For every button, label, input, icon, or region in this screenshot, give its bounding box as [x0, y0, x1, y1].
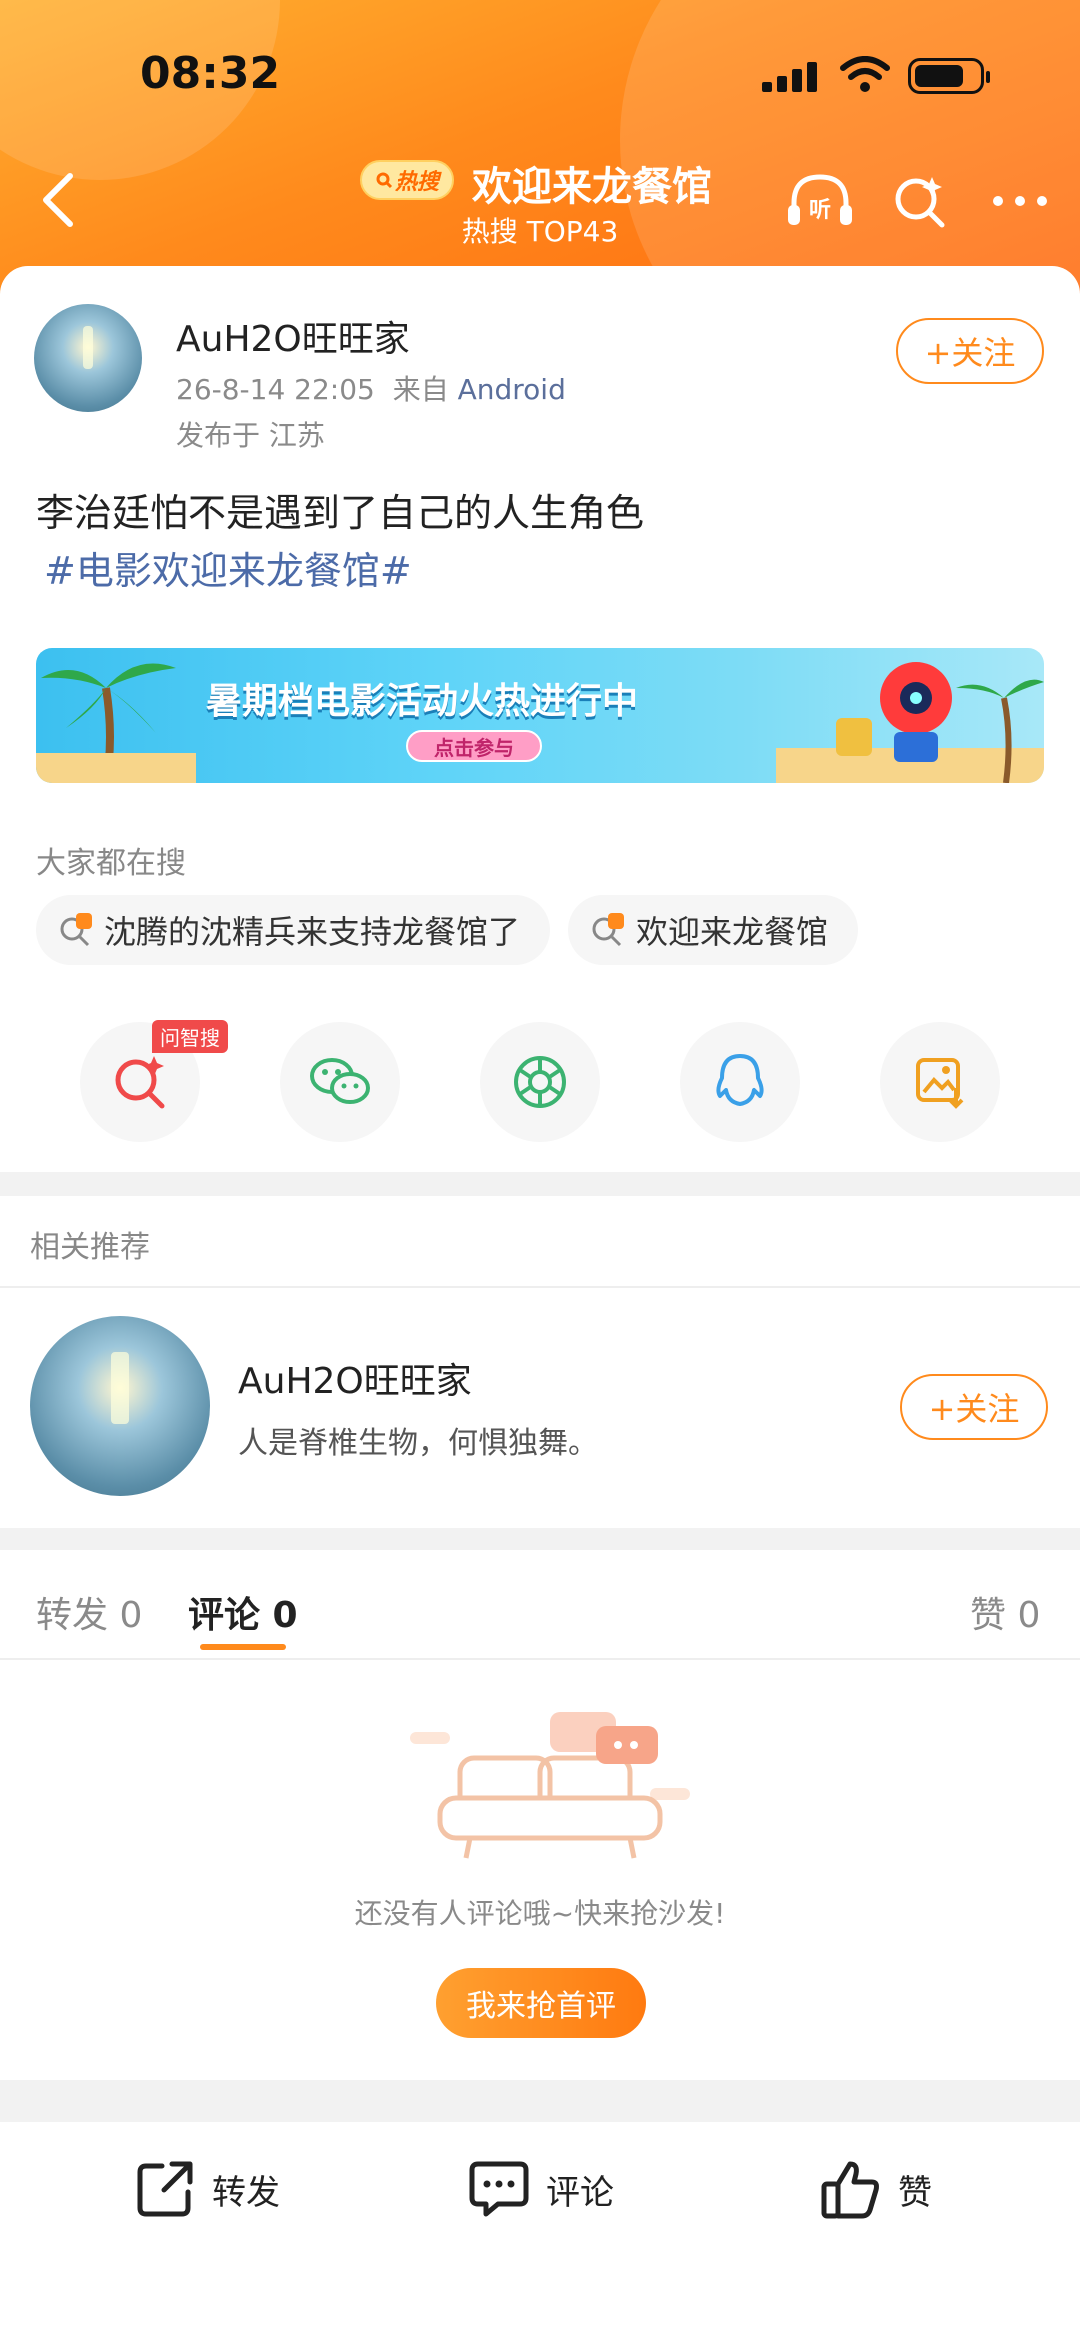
- related-follow-button[interactable]: +关注: [900, 1374, 1048, 1440]
- wifi-icon: [840, 56, 890, 92]
- follow-button[interactable]: +关注: [896, 318, 1044, 384]
- hot-search-badge: 热搜: [360, 160, 454, 200]
- related-divider: [0, 1286, 1080, 1288]
- qq-icon: [716, 1054, 764, 1106]
- search-chip-label: 沈腾的沈精兵来支持龙餐馆了: [104, 913, 521, 951]
- nav-bar: 热搜 欢迎来龙餐馆 热搜 TOP43 听: [0, 150, 1080, 250]
- related-name[interactable]: AuH2O旺旺家: [238, 1352, 472, 1404]
- comment-label: 评论: [546, 2172, 614, 2213]
- related-bio: 人是脊椎生物，何惧独舞。: [238, 1426, 598, 1461]
- thumbs-up-icon: [821, 2161, 879, 2219]
- empty-sofa-illustration: [410, 1712, 690, 1859]
- search-button[interactable]: [880, 166, 960, 236]
- save-image-button[interactable]: [880, 1022, 1000, 1142]
- repost-label: 转发: [212, 2172, 280, 2213]
- section-divider: [0, 1172, 1080, 1196]
- comment-button[interactable]: 评论: [468, 2158, 614, 2220]
- hot-search-icon: [60, 913, 92, 947]
- avatar[interactable]: [34, 304, 142, 412]
- activity-banner[interactable]: 暑期档电影活动火热进行中 点击参与: [36, 648, 1044, 783]
- listen-label: 听: [809, 198, 831, 223]
- headphones-icon: 听: [788, 174, 852, 225]
- more-button[interactable]: [980, 166, 1060, 236]
- tab-like[interactable]: 赞 0: [970, 1586, 1040, 1638]
- banner-title: 暑期档电影活动火热进行中: [206, 681, 639, 722]
- save-image-icon: [916, 1058, 964, 1109]
- nav-actions: 听: [780, 166, 1060, 236]
- like-label: 赞: [898, 2172, 932, 2213]
- wechat-icon: [310, 1058, 370, 1104]
- tab-comment[interactable]: 评论 0: [188, 1586, 298, 1638]
- comment-icon: [469, 2161, 529, 2217]
- post-text: 李治廷怕不是遇到了自己的人生角色: [36, 491, 645, 535]
- tab-indicator: [200, 1644, 286, 1650]
- moments-icon: [514, 1056, 566, 1108]
- post-location: 发布于 江苏: [176, 419, 325, 452]
- battery-icon: [908, 58, 990, 94]
- share-qq-button[interactable]: [680, 1022, 800, 1142]
- status-time: 08:32: [140, 48, 281, 99]
- bottom-action-bar: 转发 评论 赞: [0, 2122, 1080, 2341]
- palm-tree-icon: [36, 663, 196, 783]
- header: 08:32 热搜 欢迎来龙餐馆 热搜 TOP43 听: [0, 0, 1080, 300]
- searching-label: 大家都在搜: [36, 846, 186, 881]
- section-divider: [0, 1528, 1080, 1550]
- post-source-prefix: 来自: [392, 373, 449, 406]
- post-author[interactable]: AuH2O旺旺家: [176, 310, 410, 362]
- banner-cta[interactable]: 点击参与: [406, 730, 542, 762]
- share-moments-button[interactable]: [480, 1022, 600, 1142]
- page-title: 欢迎来龙餐馆: [472, 164, 712, 210]
- post-source: Android: [457, 373, 566, 406]
- post-datetime: 26-8-14 22:05: [176, 373, 375, 406]
- like-button[interactable]: 赞: [820, 2158, 932, 2220]
- repost-icon: [137, 2161, 193, 2217]
- more-icon: [993, 196, 1047, 206]
- tabs-divider: [0, 1658, 1080, 1660]
- search-chip-label: 欢迎来龙餐馆: [636, 913, 829, 951]
- search-chip[interactable]: 欢迎来龙餐馆: [568, 895, 859, 965]
- related-avatar[interactable]: [30, 1316, 210, 1496]
- signal-icon: [762, 62, 817, 92]
- ask-search-tag: 问智搜: [152, 1020, 228, 1053]
- first-comment-button[interactable]: 我来抢首评: [436, 1968, 646, 2038]
- search-chip[interactable]: 沈腾的沈精兵来支持龙餐馆了: [36, 895, 551, 965]
- status-bar: 08:32: [0, 40, 1080, 110]
- beach-mascot-icon: [776, 662, 1044, 783]
- hot-badge-label: 热搜: [394, 170, 439, 195]
- ai-search-icon: [115, 1056, 165, 1109]
- repost-button[interactable]: 转发: [134, 2158, 280, 2220]
- related-label: 相关推荐: [30, 1230, 150, 1265]
- hot-search-icon: [592, 913, 624, 947]
- tab-repost[interactable]: 转发 0: [36, 1586, 142, 1638]
- empty-text: 还没有人评论哦~快来抢沙发!: [354, 1897, 726, 1930]
- listen-button[interactable]: 听: [780, 166, 860, 236]
- post-hashtag[interactable]: #电影欢迎来龙餐馆#: [44, 540, 412, 595]
- share-wechat-button[interactable]: [280, 1022, 400, 1142]
- post-meta: 26-8-14 22:05 来自 Android: [176, 368, 566, 408]
- search-icon: [376, 172, 393, 189]
- search-sparkle-icon: [895, 177, 945, 228]
